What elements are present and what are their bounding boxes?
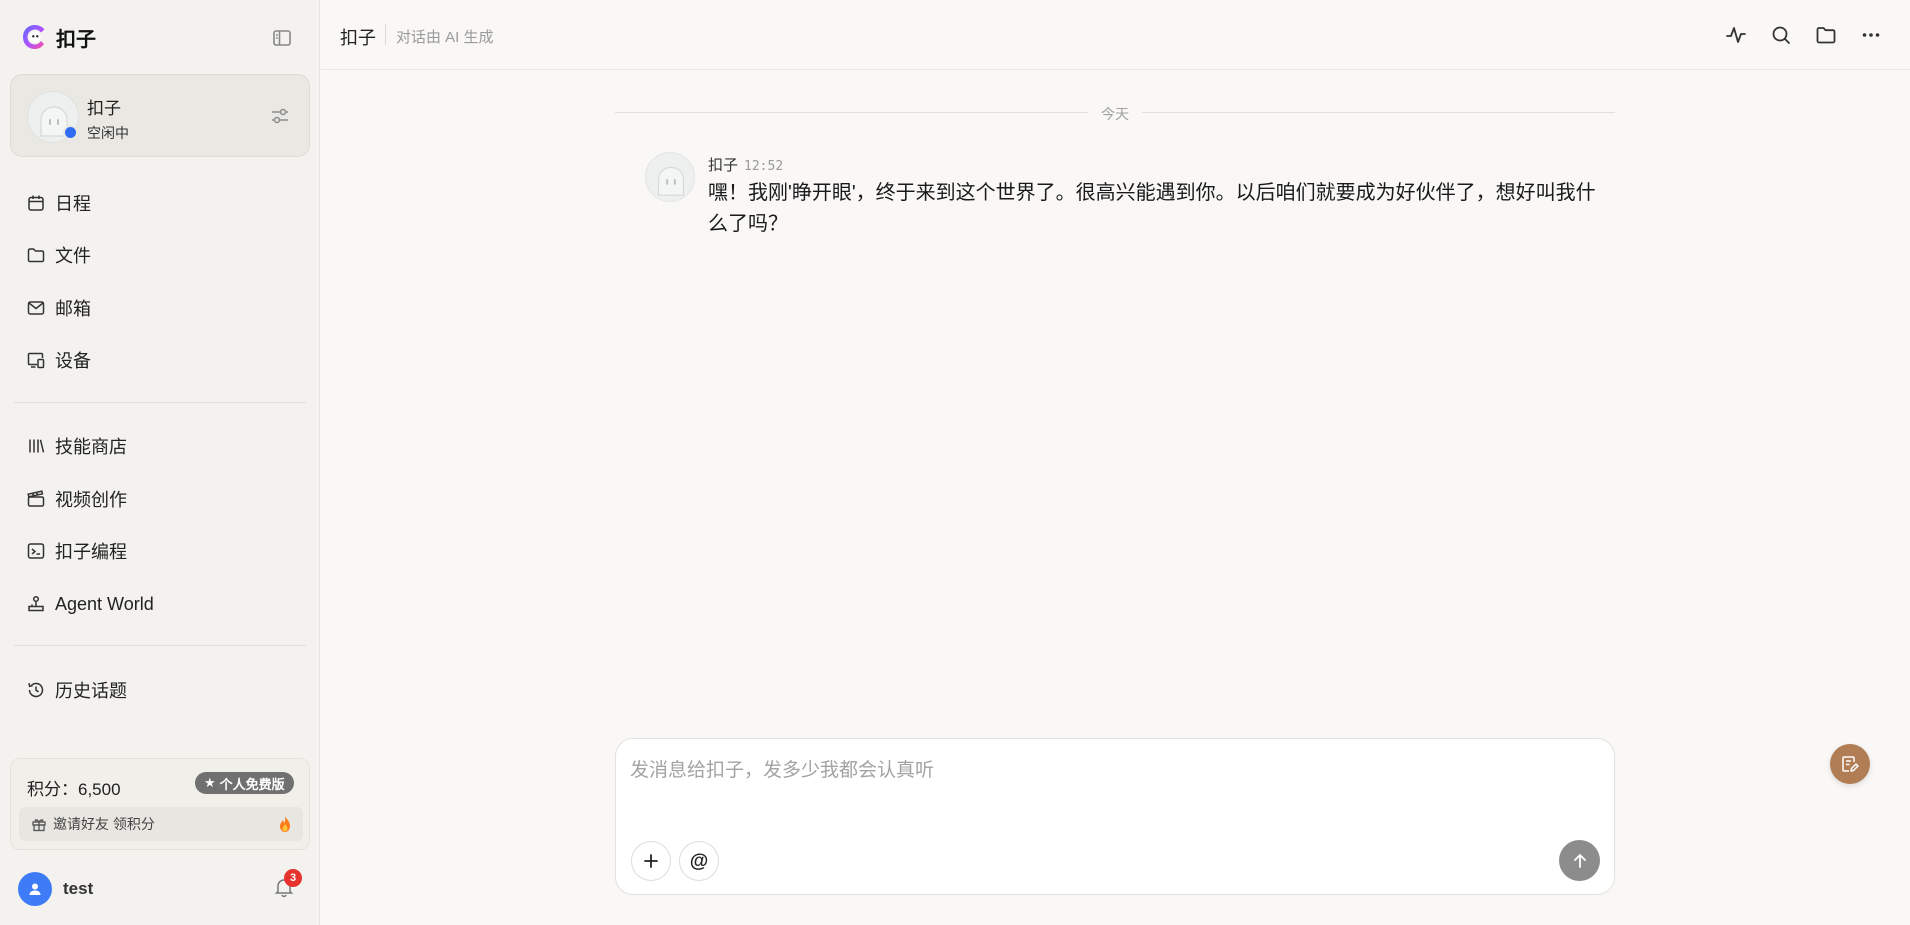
agent-name: 扣子 [87,99,121,118]
nav-label: 技能商店 [55,437,127,457]
at-sign-icon: @ [689,850,709,872]
header-divider [385,24,386,45]
nav-item-mailbox[interactable]: 邮箱 [14,288,306,328]
library-icon [29,439,45,453]
devices-icon [27,352,45,369]
online-status-dot [63,125,78,140]
sidebar-divider [14,402,306,403]
history-icon [28,682,44,698]
sidebar-divider [14,645,306,646]
nav-label: 日程 [55,194,91,214]
plan-label: 个人免费版 [219,776,285,792]
nav-label: 历史话题 [55,681,127,701]
edit-note-icon [1842,756,1859,772]
activity-button[interactable] [1724,23,1748,47]
user-name: test [63,879,94,898]
sidebar: 扣子 扣子 空闲中 日程 文件 邮箱 设备 技能商店 视频创作 扣子编程 Age… [0,0,320,925]
page-title: 扣子 [340,28,376,48]
nav-item-devices[interactable]: 设备 [14,340,306,380]
nav-item-history[interactable]: 历史话题 [14,670,306,710]
nav-item-skill-store[interactable]: 技能商店 [14,426,306,466]
add-attachment-button[interactable] [631,841,671,881]
more-horizontal-icon [1862,33,1880,37]
invite-label: 邀请好友 领积分 [53,816,155,832]
agent-status: 空闲中 [87,125,129,141]
nav-label: 设备 [55,351,91,371]
files-button[interactable] [1814,23,1838,47]
agent-settings-button[interactable] [269,105,291,127]
message-sender: 扣子 [708,157,739,174]
agent-card[interactable]: 扣子 空闲中 [10,74,310,157]
folder-icon [27,248,45,263]
message-composer: @ [615,738,1615,895]
brand[interactable]: 扣子 [20,20,96,54]
message-header: 扣子 12:52 [708,154,783,175]
points-value: 6,500 [78,780,121,799]
clapperboard-icon [27,490,45,507]
avatar [18,872,52,906]
nav-label: 文件 [55,246,91,266]
folder-icon [1816,27,1836,44]
user-icon [29,883,41,895]
user-profile[interactable]: test [18,872,93,906]
calendar-icon [28,195,44,211]
message-text: 嘿！我刚'睁开眼'，终于来到这个世界了。很高兴能遇到你。以后咱们就要成为好伙伴了… [708,182,1596,235]
nav-item-coze-coding[interactable]: 扣子编程 [14,531,306,571]
sidebar-toggle-icon [273,30,291,46]
joystick-icon [28,595,44,612]
chat-header: 扣子 对话由 AI 生成 [321,0,1910,70]
nav-item-agent-world[interactable]: Agent World [14,584,306,624]
collapse-sidebar-button[interactable] [270,26,294,50]
ghost-mascot-icon [657,166,685,196]
star-icon: ★ [204,775,216,790]
nav-label: 视频创作 [55,490,127,510]
fire-icon [280,816,290,832]
message-avatar[interactable] [645,152,695,202]
more-options-button[interactable] [1859,23,1883,47]
invite-friends-button[interactable]: 邀请好友 领积分 [19,807,303,841]
brand-name: 扣子 [56,28,96,51]
send-button[interactable] [1559,840,1600,881]
nav-item-schedule[interactable]: 日程 [14,183,306,223]
sliders-icon [272,108,288,124]
plus-icon [644,854,658,868]
mention-button[interactable]: @ [679,841,719,881]
nav-label: Agent World [55,593,154,614]
nav-item-video-creation[interactable]: 视频创作 [14,479,306,519]
points-card: 积分：6,500 ★ 个人免费版 邀请好友 领积分 [10,758,310,850]
nav-item-files[interactable]: 文件 [14,235,306,275]
gift-icon [32,819,46,832]
plan-badge[interactable]: ★ 个人免费版 [195,772,294,794]
search-icon [1772,26,1790,44]
terminal-icon [27,543,45,559]
notification-count-badge: 3 [284,869,302,887]
nav-label: 扣子编程 [55,542,127,562]
points-balance: 积分：6,500 [27,775,121,800]
points-label: 积分： [27,780,78,799]
date-separator: 今天 [615,103,1615,123]
ai-disclaimer: 对话由 AI 生成 [396,29,494,46]
nav-label: 邮箱 [55,299,91,319]
mail-icon [27,301,45,315]
notes-float-button[interactable] [1830,744,1870,784]
search-button[interactable] [1769,23,1793,47]
coze-logo-icon [23,25,45,49]
date-label: 今天 [1101,106,1129,122]
message-input[interactable] [630,751,1590,791]
activity-icon [1726,27,1746,43]
arrow-up-icon [1573,853,1586,868]
message-time: 12:52 [744,159,784,174]
